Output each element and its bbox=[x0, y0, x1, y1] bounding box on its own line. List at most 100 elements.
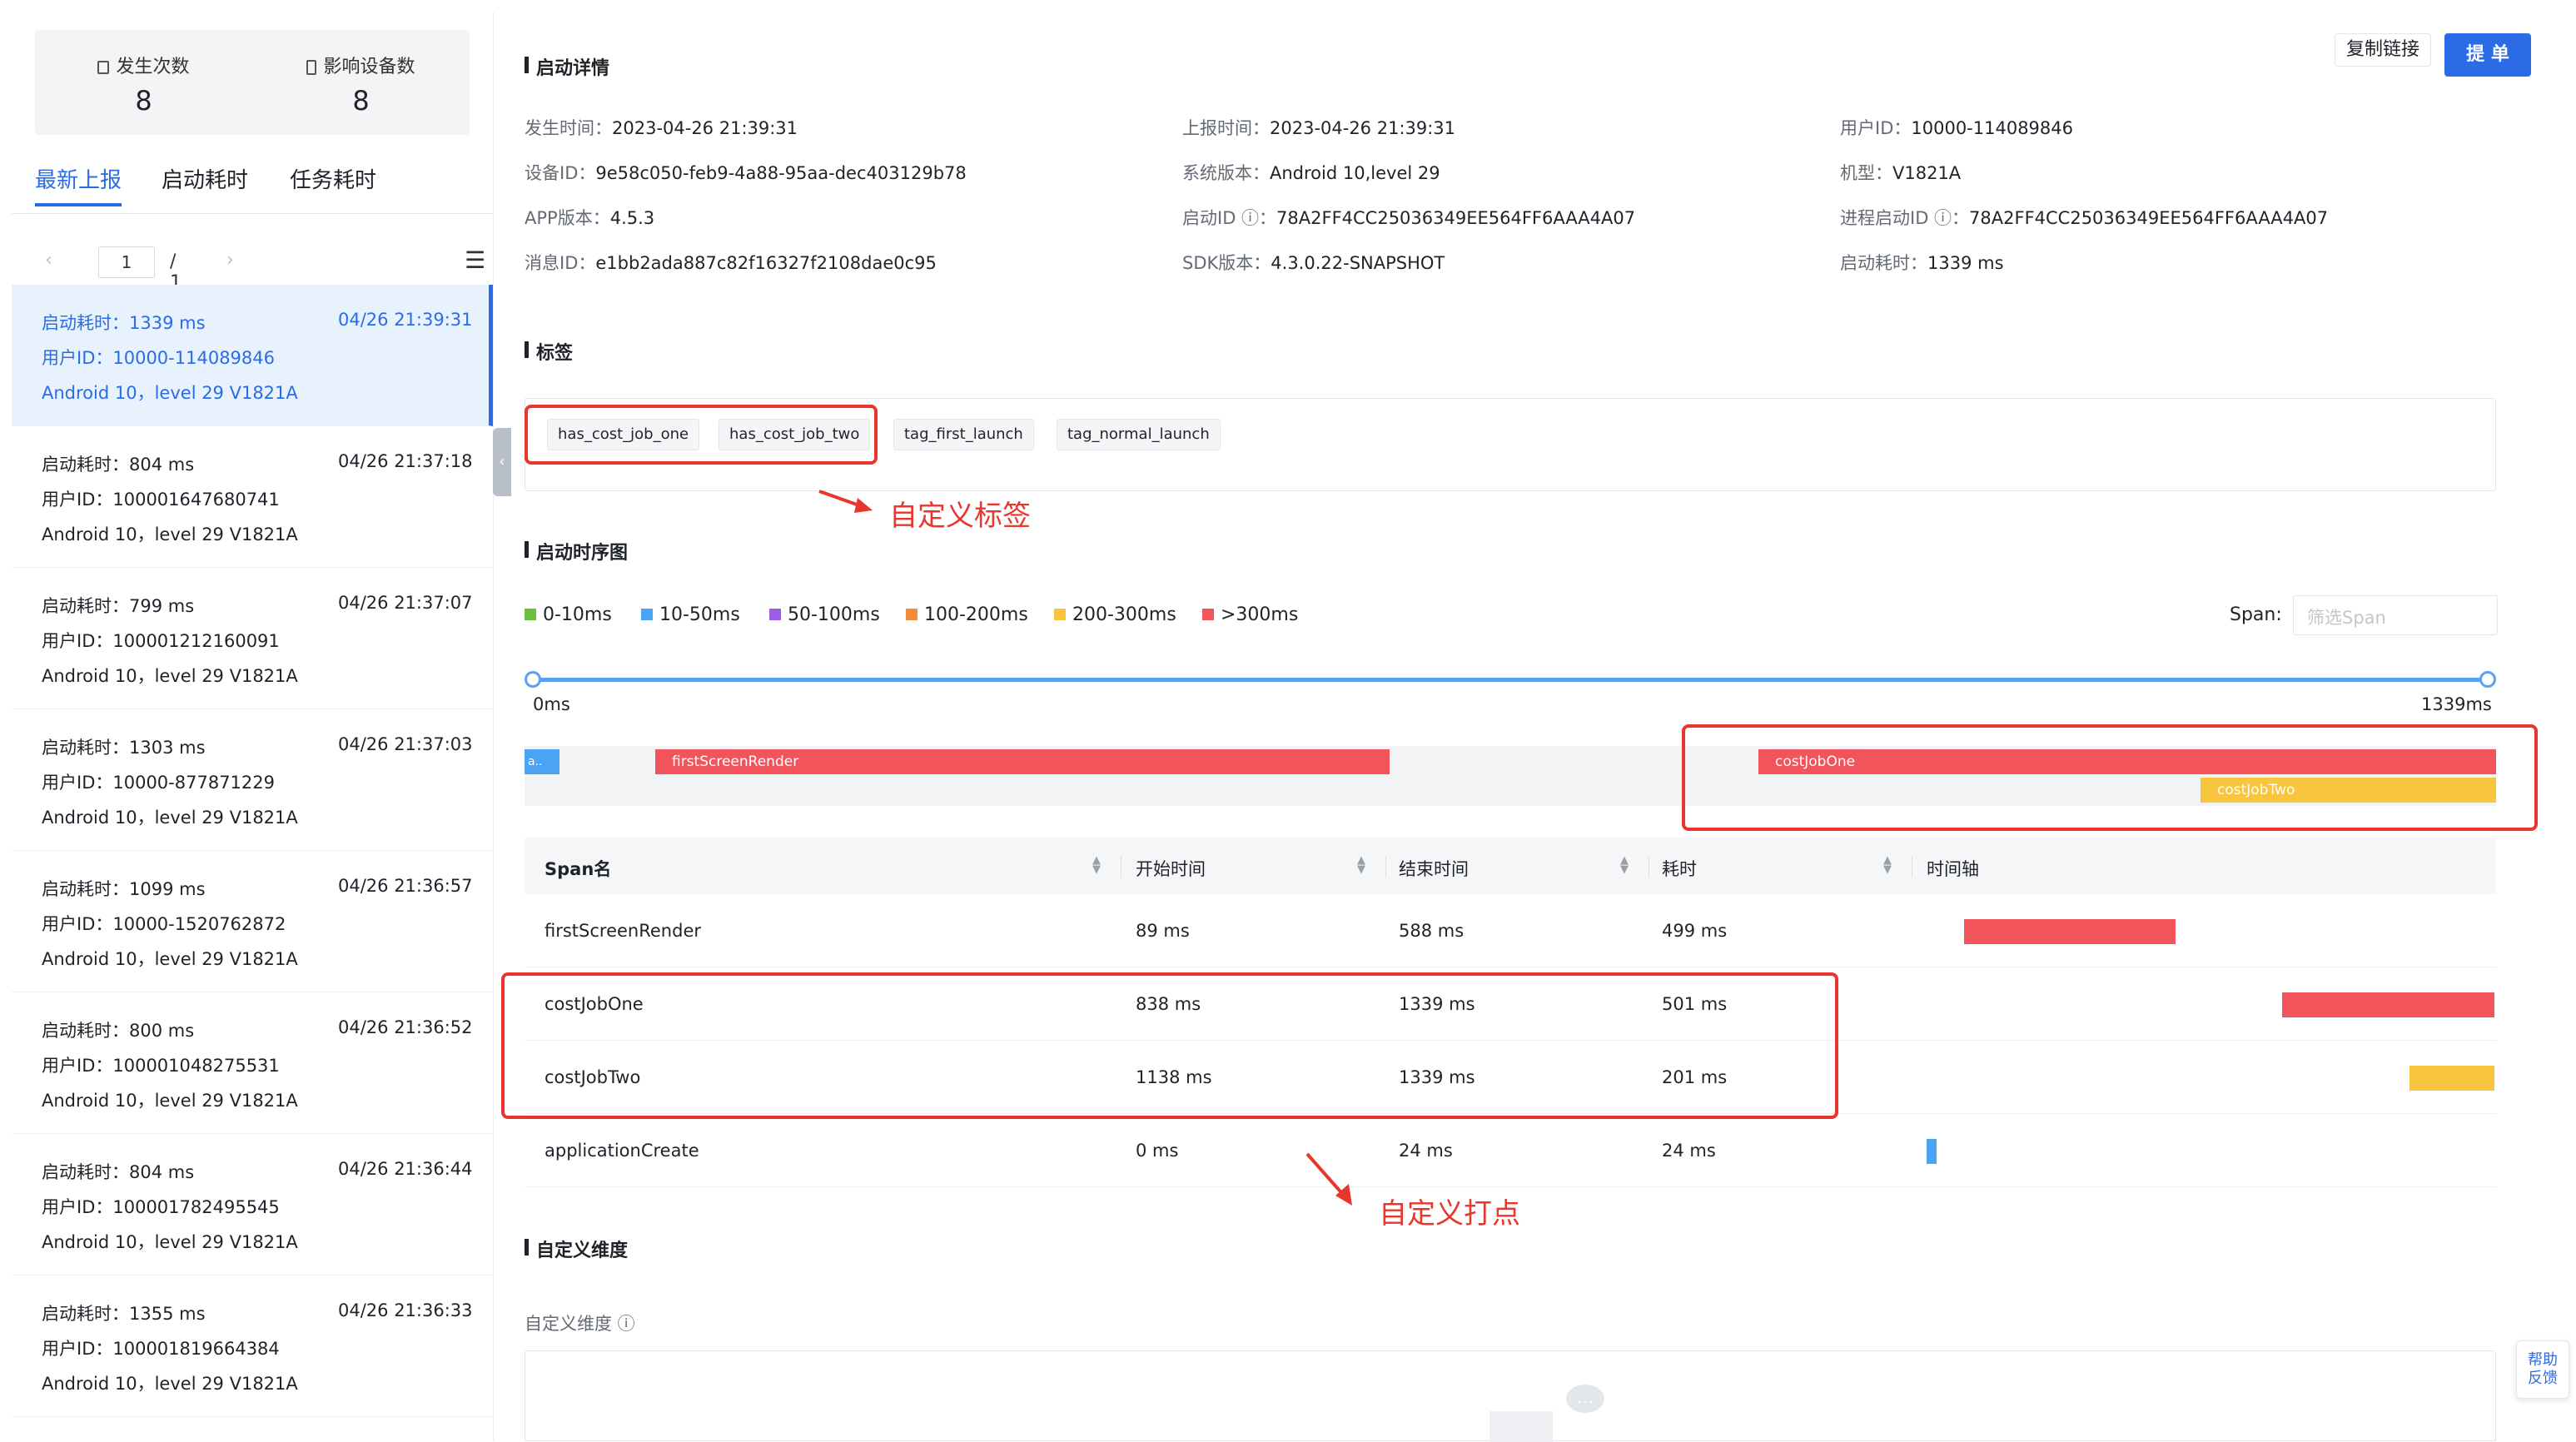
table-row[interactable]: firstScreenRender 89 ms 588 ms 499 ms bbox=[525, 894, 2496, 967]
legend-swatch bbox=[1054, 609, 1066, 620]
item-cost: 启动耗时：800 ms bbox=[42, 1021, 195, 1041]
item-device: Android 10，level 29 V1821A bbox=[42, 1232, 298, 1252]
detail-key: 发生时间： bbox=[525, 118, 612, 138]
range-slider-end-handle[interactable] bbox=[2479, 671, 2496, 688]
item-device: Android 10，level 29 V1821A bbox=[42, 1091, 298, 1111]
stats-box: 发生次数 8 影响设备数 8 bbox=[35, 30, 470, 135]
list-item[interactable]: 启动耗时：1099 ms 04/26 21:36:57 用户ID：10000-1… bbox=[12, 851, 493, 992]
legend-item: 50-100ms bbox=[769, 604, 880, 625]
tags-highlight-box bbox=[525, 405, 878, 465]
detail-value: Android 10,level 29 bbox=[1270, 163, 1440, 183]
gantt-bar[interactable]: a.. bbox=[525, 749, 559, 774]
gantt-bar-label: firstScreenRender bbox=[672, 753, 799, 770]
detail-launch-id: 启动ID ⓘ：78A2FF4CC25036349EE564FF6AAA4A07 bbox=[1182, 205, 1635, 230]
legend-item: 0-10ms bbox=[525, 604, 612, 625]
arrow-icon bbox=[818, 490, 873, 513]
list-item[interactable]: 启动耗时：804 ms 04/26 21:36:44 用户ID：10000178… bbox=[12, 1134, 493, 1275]
item-cost: 启动耗时：804 ms bbox=[42, 1162, 195, 1182]
cell-start: 89 ms bbox=[1136, 921, 1190, 941]
stat-occurrences-label: 发生次数 bbox=[116, 57, 190, 77]
list-item[interactable]: 启动耗时：1303 ms 04/26 21:37:03 用户ID：10000-8… bbox=[12, 709, 493, 851]
help-feedback-button[interactable]: 帮助 反馈 bbox=[2516, 1340, 2569, 1399]
copy-link-button[interactable]: 复制链接 bbox=[2335, 33, 2431, 67]
sort-icon[interactable]: ▲ ▼ bbox=[1092, 855, 1101, 875]
cell-start: 0 ms bbox=[1136, 1141, 1179, 1161]
item-time: 04/26 21:36:33 bbox=[338, 1300, 473, 1320]
cell-cost: 499 ms bbox=[1662, 921, 1728, 941]
submit-button[interactable]: 提 单 bbox=[2444, 33, 2531, 77]
sort-icon[interactable]: ▲ ▼ bbox=[1883, 855, 1892, 875]
detail-model: 机型：V1821A bbox=[1840, 160, 1961, 185]
stat-occurrences-value: 8 bbox=[135, 85, 152, 117]
timeline-bar bbox=[2409, 1066, 2494, 1091]
detail-value: 78A2FF4CC25036349EE564FF6AAA4A07 bbox=[1276, 208, 1636, 228]
col-end-time[interactable]: 结束时间 bbox=[1399, 856, 1469, 881]
list-item[interactable]: 启动耗时：804 ms 04/26 21:37:18 用户ID：10000164… bbox=[12, 426, 493, 568]
detail-value: 78A2FF4CC25036349EE564FF6AAA4A07 bbox=[1969, 208, 2329, 228]
device-icon bbox=[306, 60, 317, 75]
item-user: 用户ID：10000-877871229 bbox=[42, 773, 275, 793]
tab-latest[interactable]: 最新上报 bbox=[35, 163, 122, 194]
item-time: 04/26 21:37:07 bbox=[338, 593, 473, 613]
legend-item: 100-200ms bbox=[906, 604, 1028, 625]
list-item[interactable]: 启动耗时：1339 ms 04/26 21:39:31 用户ID：10000-1… bbox=[12, 285, 493, 426]
left-panel: 发生次数 8 影响设备数 8 最新上报 启动耗时 任务耗时 ‹ 1 / 1 › … bbox=[12, 12, 493, 1441]
item-cost: 启动耗时：799 ms bbox=[42, 596, 195, 616]
detail-value: 4.3.0.22-SNAPSHOT bbox=[1271, 253, 1445, 273]
stat-devices: 影响设备数 8 bbox=[252, 30, 470, 135]
detail-report-time: 上报时间：2023-04-26 21:39:31 bbox=[1182, 115, 1455, 140]
detail-key: 用户ID： bbox=[1840, 118, 1912, 138]
gantt-bar-label: a.. bbox=[528, 755, 543, 768]
detail-app-version: APP版本：4.5.3 bbox=[525, 205, 654, 230]
tag-annotation: 自定义标签 bbox=[889, 500, 1031, 533]
range-end-label: 1339ms bbox=[2421, 694, 2492, 714]
span-filter-input[interactable]: 筛选Span bbox=[2293, 595, 2498, 635]
detail-value: 4.5.3 bbox=[609, 208, 655, 228]
tab-launch-cost[interactable]: 启动耗时 bbox=[162, 163, 248, 194]
detail-key: 机型： bbox=[1840, 163, 1892, 183]
item-cost: 启动耗时：804 ms bbox=[42, 455, 195, 475]
col-span-name[interactable]: Span名 bbox=[545, 856, 611, 881]
item-device: Android 10，level 29 V1821A bbox=[42, 1374, 298, 1394]
menu-icon[interactable]: ☰ bbox=[465, 246, 485, 274]
item-cost: 启动耗时：1339 ms bbox=[42, 313, 206, 333]
legend-item: >300ms bbox=[1202, 604, 1298, 625]
item-device: Android 10，level 29 V1821A bbox=[42, 383, 298, 403]
chevron-left-icon: ‹ bbox=[499, 453, 505, 470]
custom-span-highlight-box bbox=[1682, 724, 2538, 831]
col-cost[interactable]: 耗时 bbox=[1662, 856, 1697, 881]
item-user: 用户ID：100001819664384 bbox=[42, 1339, 280, 1359]
detail-title: 启动详情 bbox=[525, 53, 609, 80]
legend-swatch bbox=[906, 609, 918, 620]
detail-os-version: 系统版本：Android 10,level 29 bbox=[1182, 160, 1440, 185]
list-item[interactable]: 启动耗时：1355 ms 04/26 21:36:33 用户ID：1000018… bbox=[12, 1275, 493, 1417]
lock-icon bbox=[97, 61, 110, 74]
next-page-icon[interactable]: › bbox=[226, 250, 234, 271]
sort-icon[interactable]: ▲ ▼ bbox=[1357, 855, 1365, 875]
table-row[interactable]: applicationCreate 0 ms 24 ms 24 ms bbox=[525, 1114, 2496, 1187]
tab-task-cost[interactable]: 任务耗时 bbox=[290, 163, 376, 194]
legend-label: 200-300ms bbox=[1072, 604, 1176, 625]
tag: tag_first_launch bbox=[893, 419, 1034, 450]
detail-key: 启动耗时： bbox=[1840, 253, 1927, 273]
detail-value: 2023-04-26 21:39:31 bbox=[612, 118, 798, 138]
col-start-time[interactable]: 开始时间 bbox=[1136, 856, 1206, 881]
page-input[interactable]: 1 bbox=[98, 246, 155, 278]
timeline-bar bbox=[1927, 1139, 1937, 1164]
prev-page-icon[interactable]: ‹ bbox=[45, 250, 52, 271]
list-item[interactable]: 启动耗时：799 ms 04/26 21:37:07 用户ID：10000121… bbox=[12, 568, 493, 709]
item-cost: 启动耗时：1099 ms bbox=[42, 879, 206, 899]
custom-span-rows-highlight-box bbox=[501, 972, 1838, 1119]
empty-state-icon bbox=[1489, 1411, 1553, 1442]
range-slider-start-handle[interactable] bbox=[525, 671, 541, 688]
cell-end: 588 ms bbox=[1399, 921, 1465, 941]
sort-icon[interactable]: ▲ ▼ bbox=[1620, 855, 1629, 875]
detail-device-id: 设备ID：9e58c050-feb9-4a88-95aa-dec403129b7… bbox=[525, 160, 967, 185]
collapse-handle[interactable]: ‹ bbox=[493, 428, 511, 496]
list-item[interactable]: 启动耗时：800 ms 04/26 21:36:52 用户ID：10000104… bbox=[12, 992, 493, 1134]
timeline-bar bbox=[1964, 919, 2176, 944]
gantt-bar[interactable]: firstScreenRender bbox=[655, 749, 1390, 774]
legend-swatch bbox=[525, 609, 536, 620]
range-slider-track[interactable] bbox=[531, 678, 2488, 682]
item-time: 04/26 21:37:03 bbox=[338, 734, 473, 754]
